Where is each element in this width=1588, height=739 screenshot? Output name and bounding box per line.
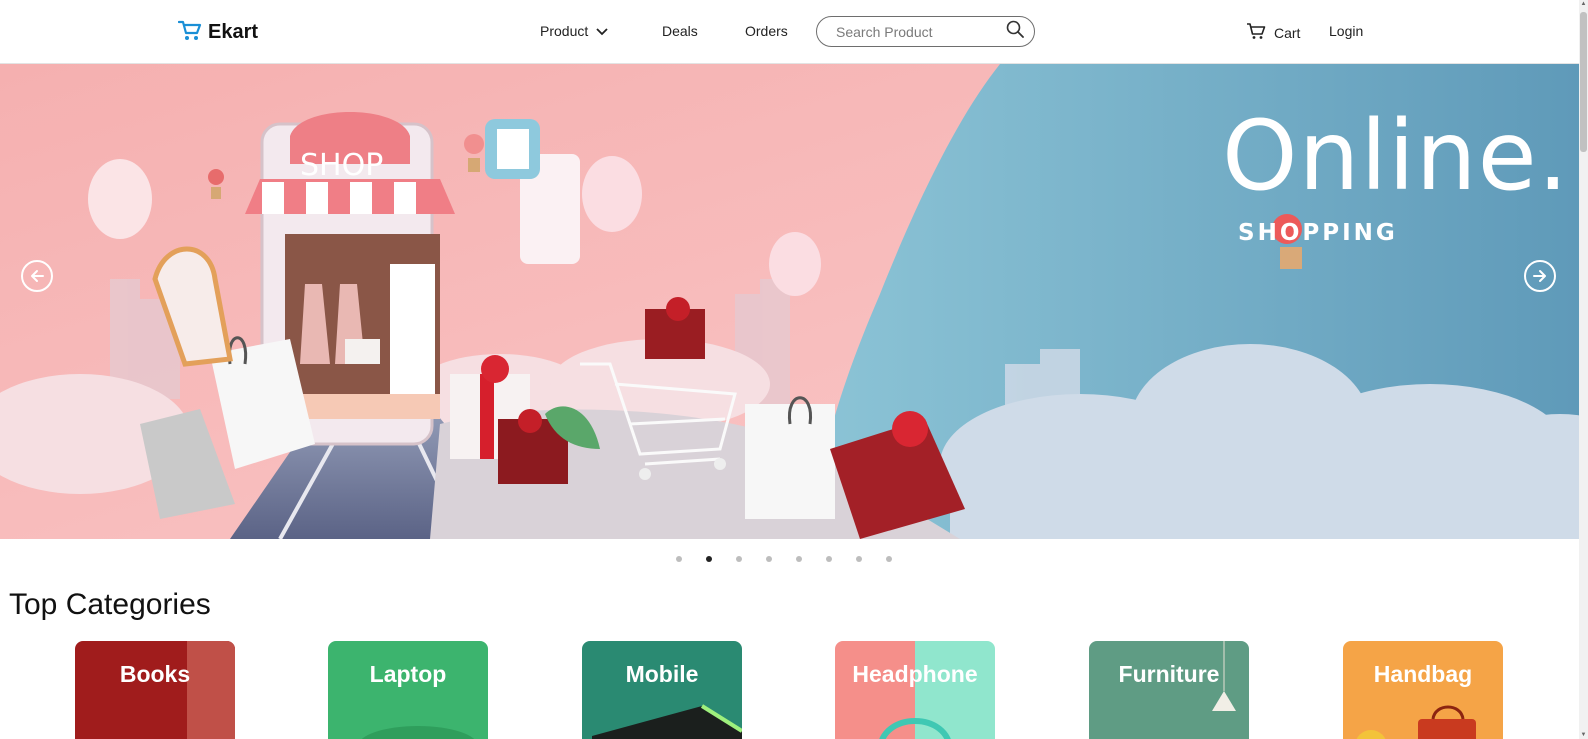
- carousel-prev-button[interactable]: [21, 260, 53, 292]
- login-link[interactable]: Login: [1329, 23, 1363, 39]
- brand-name: Ekart: [208, 21, 259, 43]
- nav-deals-link[interactable]: Deals: [662, 23, 698, 39]
- arrow-right-circle-icon: [1531, 267, 1549, 285]
- category-label: Headphone: [852, 661, 978, 687]
- carousel-indicator-dot[interactable]: [886, 556, 892, 562]
- arrow-left-circle-icon: [28, 267, 46, 285]
- hero-headline: Online.: [1222, 100, 1570, 212]
- furniture-image: [1089, 641, 1249, 739]
- books-image: [75, 641, 235, 739]
- search-icon[interactable]: [1006, 20, 1024, 43]
- carousel-indicator-dot[interactable]: [856, 556, 862, 562]
- cart-label: Cart: [1274, 24, 1301, 41]
- cart-icon: [1246, 22, 1266, 43]
- category-card-furniture[interactable]: Furniture: [1089, 641, 1249, 739]
- carousel-indicator-dot[interactable]: [706, 556, 712, 562]
- category-list: Books Laptop Mobile Headphone Furniture …: [0, 641, 1579, 739]
- category-card-books[interactable]: Books: [75, 641, 235, 739]
- navbar: Ekart Product Deals Orders Cart Login: [0, 0, 1579, 64]
- page-scrollbar[interactable]: ▲ ▼: [1579, 0, 1588, 739]
- carousel-indicator-dot[interactable]: [766, 556, 772, 562]
- category-card-headphone[interactable]: Headphone: [835, 641, 995, 739]
- carousel-indicator-dot[interactable]: [826, 556, 832, 562]
- cart-link[interactable]: Cart: [1246, 22, 1300, 43]
- search-box: [816, 16, 1035, 47]
- brand-logo[interactable]: Ekart: [177, 18, 259, 47]
- carousel-indicator-dot[interactable]: [676, 556, 682, 562]
- hero-carousel: SHOP Online. SHOPPING: [0, 64, 1579, 539]
- nav-product-label: Product: [540, 23, 589, 39]
- nav-orders-label: Orders: [745, 23, 788, 39]
- category-card-mobile[interactable]: Mobile: [582, 641, 742, 739]
- nav-orders-link[interactable]: Orders: [745, 23, 788, 39]
- carousel-indicator-dot[interactable]: [736, 556, 742, 562]
- shopping-cart-icon: [177, 18, 202, 47]
- scrollbar-thumb[interactable]: [1580, 12, 1587, 152]
- category-label: Mobile: [625, 661, 699, 687]
- category-label: Handbag: [1373, 661, 1473, 687]
- mobile-image: [582, 641, 742, 739]
- carousel-indicators: [676, 556, 892, 562]
- search-input[interactable]: [836, 23, 1001, 40]
- category-label: Furniture: [1118, 661, 1220, 687]
- section-title: Top Categories: [9, 588, 211, 621]
- category-card-laptop[interactable]: Laptop: [328, 641, 488, 739]
- shop-sign-text: SHOP: [300, 148, 384, 183]
- carousel-next-button[interactable]: [1524, 260, 1556, 292]
- category-card-handbag[interactable]: Handbag: [1343, 641, 1503, 739]
- category-label: Books: [119, 661, 191, 687]
- scroll-up-arrow-icon[interactable]: ▲: [1580, 1, 1587, 7]
- hero-subline: SHOPPING: [1238, 220, 1398, 246]
- category-label: Laptop: [369, 661, 447, 687]
- nav-deals-label: Deals: [662, 23, 698, 39]
- laptop-image: [328, 641, 488, 739]
- chevron-down-icon: [596, 23, 608, 39]
- scroll-down-arrow-icon[interactable]: ▼: [1580, 732, 1587, 738]
- login-label: Login: [1329, 23, 1364, 39]
- handbag-image: [1343, 641, 1503, 739]
- carousel-indicator-dot[interactable]: [796, 556, 802, 562]
- nav-product-dropdown[interactable]: Product: [540, 23, 608, 39]
- headphone-image: [835, 641, 995, 739]
